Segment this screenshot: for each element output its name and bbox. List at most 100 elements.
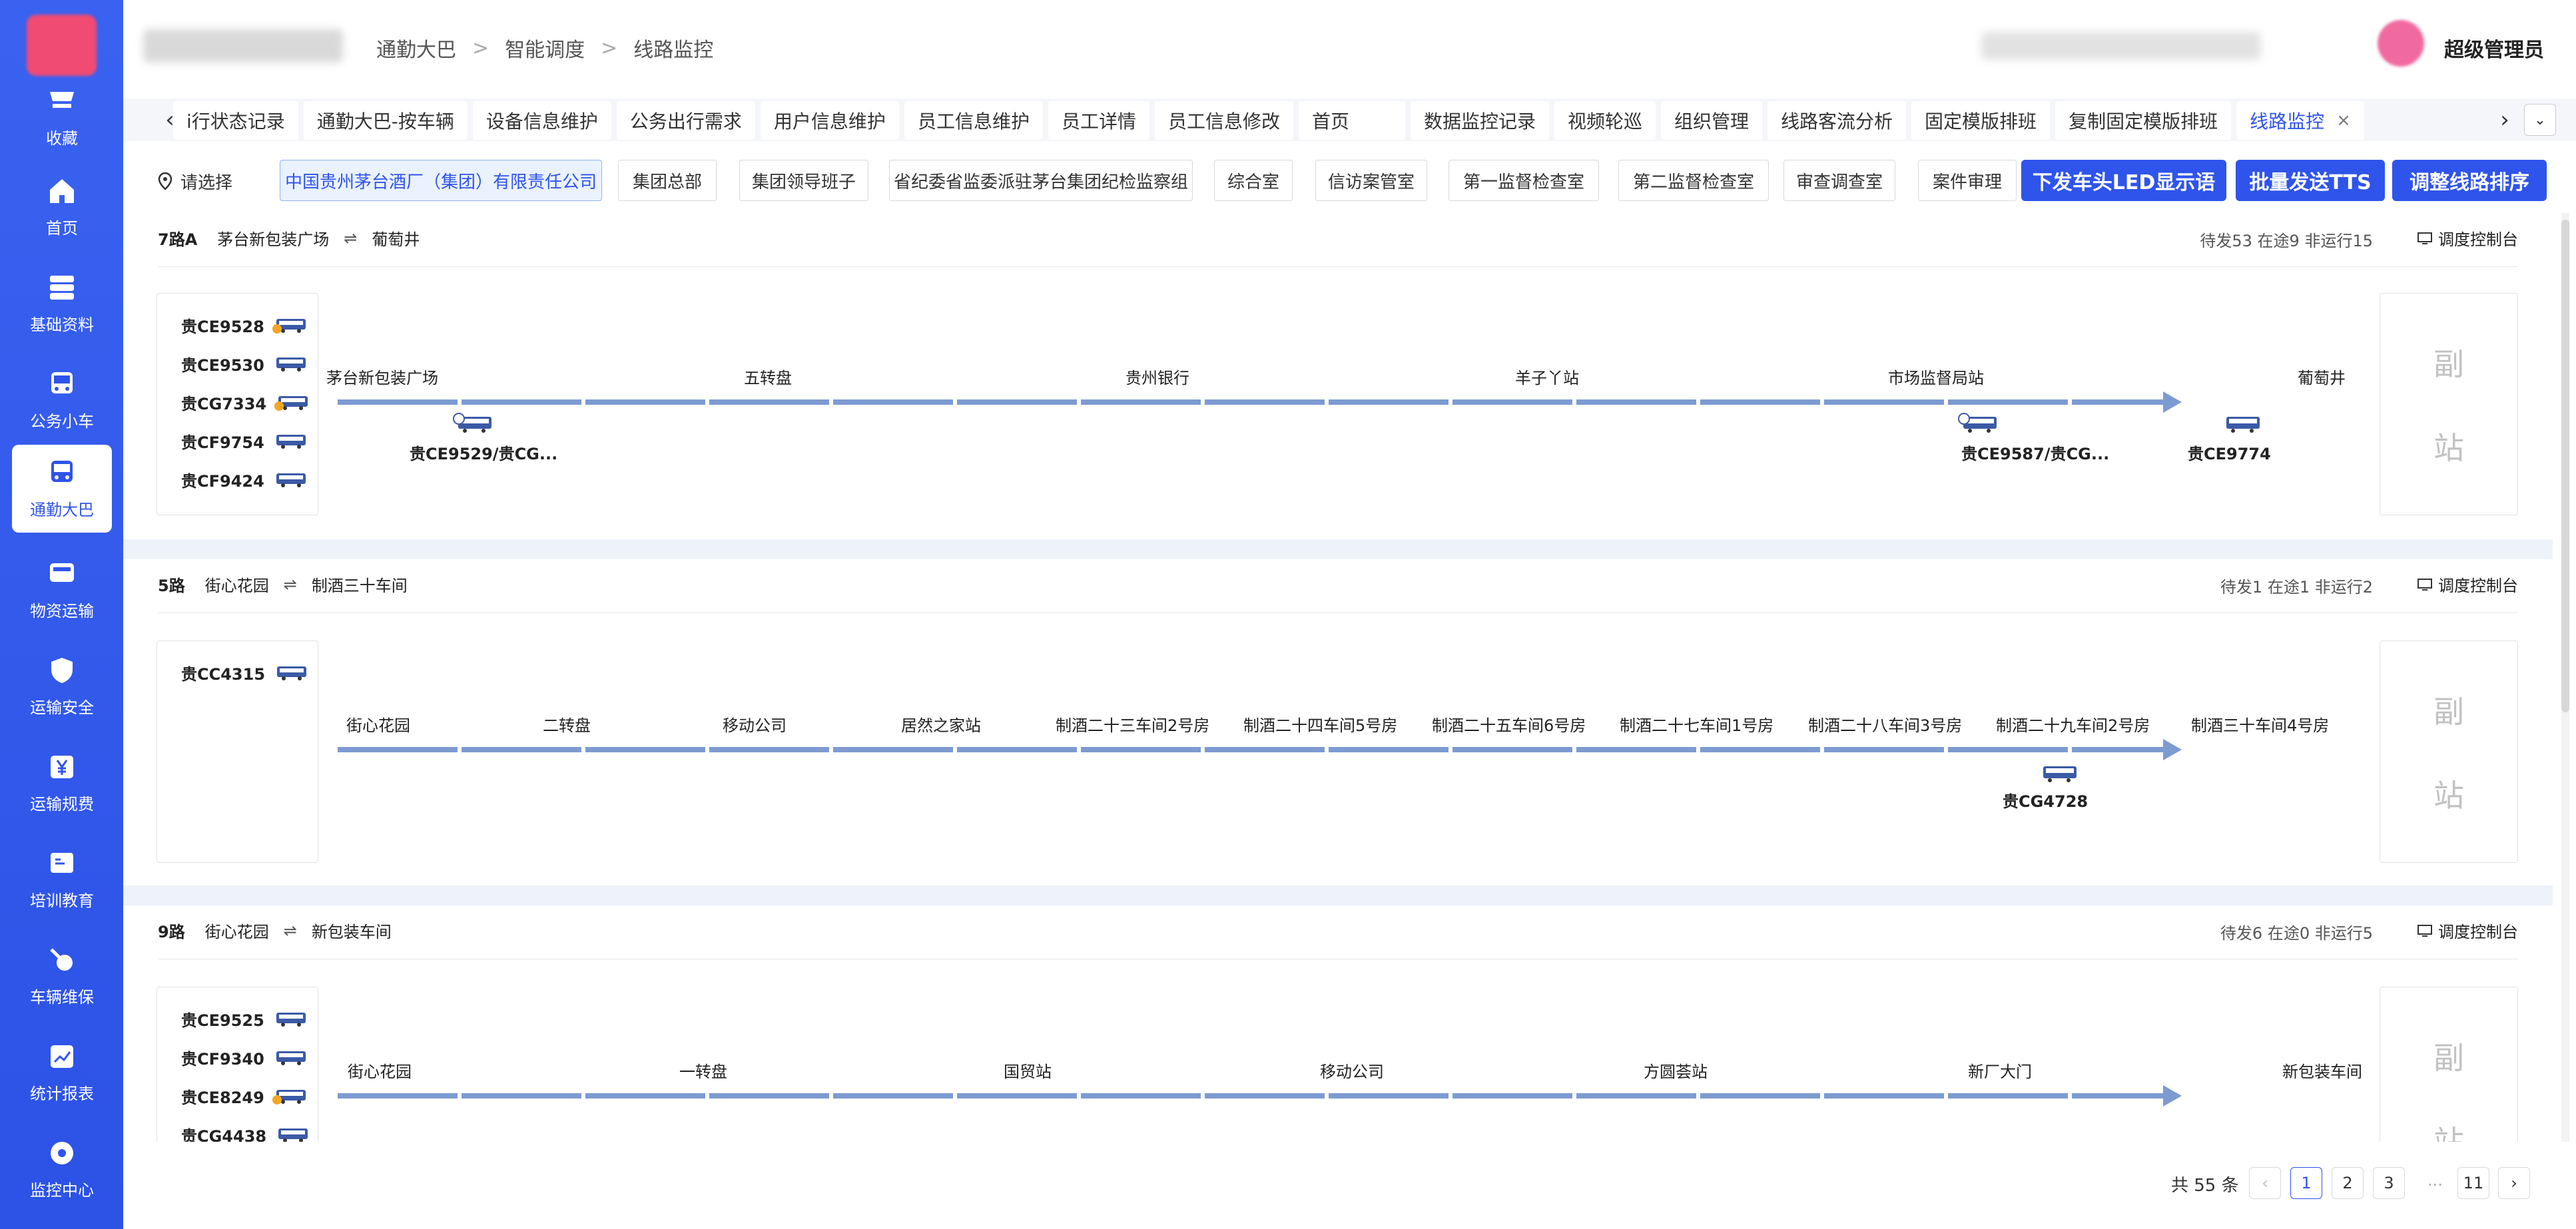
on-route-vehicle[interactable]: 贵CE9774 bbox=[2188, 441, 2271, 464]
station[interactable]: 制酒二十九车间2号房 bbox=[1996, 712, 2150, 736]
page-ellipsis[interactable]: ... bbox=[2427, 1171, 2443, 1190]
tab[interactable]: 员工信息维护 bbox=[904, 101, 1043, 140]
tab[interactable]: i行状态记录 bbox=[173, 101, 298, 140]
breadcrumb-item[interactable]: 智能调度 bbox=[505, 33, 585, 63]
station[interactable]: 制酒二十七车间1号房 bbox=[1620, 712, 1773, 736]
sub-station-box[interactable]: 副 站 bbox=[2380, 987, 2518, 1142]
org-chip[interactable]: 案件审理 bbox=[1918, 160, 2017, 201]
avatar[interactable] bbox=[2378, 20, 2424, 67]
org-chip[interactable]: 第一监督检查室 bbox=[1449, 160, 1599, 201]
dispatch-console-link[interactable]: 调度控制台 bbox=[2417, 226, 2518, 250]
sub-station-box[interactable]: 副 站 bbox=[2380, 640, 2518, 863]
on-route-vehicle[interactable]: 贵CE9587/贵CG... bbox=[1961, 441, 2109, 464]
sidebar-item-official-car[interactable]: 公务小车 bbox=[12, 356, 112, 444]
org-chip[interactable]: 集团总部 bbox=[618, 160, 717, 201]
station[interactable]: 市场监督局站 bbox=[1888, 365, 1984, 388]
vehicle-item[interactable]: 贵CG7334 bbox=[181, 391, 310, 414]
send-led-button[interactable]: 下发车头LED显示语 bbox=[2021, 160, 2226, 201]
prev-page-icon[interactable]: ‹ bbox=[2249, 1167, 2281, 1199]
station[interactable]: 国贸站 bbox=[1004, 1059, 1052, 1082]
sidebar-item-transport-fees[interactable]: 运输规费 bbox=[12, 739, 112, 827]
vehicle-item[interactable]: 贵CF9340 bbox=[181, 1046, 308, 1069]
sidebar-item-material-transport[interactable]: 物资运输 bbox=[12, 546, 112, 634]
org-chip[interactable]: 第二监督检查室 bbox=[1618, 160, 1769, 201]
org-chip[interactable]: 综合室 bbox=[1214, 160, 1293, 201]
dispatch-console-link[interactable]: 调度控制台 bbox=[2417, 919, 2518, 942]
org-chip[interactable]: 集团领导班子 bbox=[739, 160, 868, 201]
dispatch-console-link[interactable]: 调度控制台 bbox=[2417, 573, 2518, 596]
tab[interactable]: 数据监控记录 bbox=[1410, 101, 1549, 140]
station[interactable]: 制酒二十五车间6号房 bbox=[1432, 712, 1586, 736]
tabs-scroll-right-icon[interactable]: › bbox=[2488, 99, 2521, 141]
station[interactable]: 制酒二十八车间3号房 bbox=[1808, 712, 1962, 736]
station[interactable]: 新厂大门 bbox=[1968, 1059, 2032, 1082]
swap-icon[interactable]: ⇌ bbox=[284, 921, 297, 940]
vehicle-item[interactable]: 贵CE9528 bbox=[181, 314, 308, 337]
station[interactable]: 贵州银行 bbox=[1126, 365, 1189, 388]
org-chip[interactable]: 中国贵州茅台酒厂（集团）有限责任公司 bbox=[280, 160, 602, 201]
sidebar-item-statistics[interactable]: 统计报表 bbox=[12, 1029, 112, 1116]
breadcrumb-item[interactable]: 通勤大巴 bbox=[376, 33, 456, 63]
batch-tts-button[interactable]: 批量发送TTS bbox=[2236, 160, 2385, 201]
org-select[interactable]: 请选择 bbox=[157, 169, 232, 194]
scrollbar-thumb[interactable] bbox=[2561, 220, 2569, 712]
sidebar-item-transport-safety[interactable]: 运输安全 bbox=[12, 642, 112, 730]
tab-active[interactable]: 线路监控 × bbox=[2236, 101, 2364, 140]
tab[interactable]: 组织管理 bbox=[1661, 101, 1763, 140]
station[interactable]: 居然之家站 bbox=[901, 712, 981, 736]
username[interactable]: 超级管理员 bbox=[2444, 33, 2544, 63]
page-button[interactable]: 1 bbox=[2290, 1167, 2322, 1199]
tab[interactable]: 设备信息维护 bbox=[472, 101, 611, 140]
page-button[interactable]: 2 bbox=[2332, 1167, 2364, 1199]
sub-station-box[interactable]: 副 站 bbox=[2380, 293, 2518, 515]
vehicle-item[interactable]: 贵CE8249 bbox=[181, 1085, 308, 1108]
vehicle-item[interactable]: 贵CF9754 bbox=[181, 429, 308, 453]
sidebar-item-home[interactable]: 首页 bbox=[12, 163, 112, 251]
chevron-down-icon[interactable]: ⌄ bbox=[2524, 104, 2556, 136]
tab[interactable]: 员工详情 bbox=[1048, 101, 1149, 140]
sidebar-item-basic-data[interactable]: 基础资料 bbox=[12, 260, 112, 348]
station[interactable]: 移动公司 bbox=[723, 712, 787, 736]
station[interactable]: 葡萄井 bbox=[2298, 365, 2346, 388]
tab[interactable]: 视频轮巡 bbox=[1554, 101, 1656, 140]
page-button[interactable]: 3 bbox=[2373, 1167, 2405, 1199]
station[interactable]: 五转盘 bbox=[744, 365, 792, 388]
tab[interactable]: 复制固定模版排班 bbox=[2055, 101, 2232, 140]
org-chip[interactable]: 省纪委省监委派驻茅台集团纪检监察组 bbox=[889, 160, 1193, 201]
station[interactable]: 新包装车间 bbox=[2282, 1059, 2362, 1082]
station[interactable]: 制酒三十车间4号房 bbox=[2191, 712, 2329, 736]
station[interactable]: 茅台新包装广场 bbox=[326, 365, 438, 388]
sidebar-item-monitor-center[interactable]: 监控中心 bbox=[12, 1125, 112, 1213]
station[interactable]: 羊子丫站 bbox=[1515, 365, 1579, 388]
on-route-vehicle[interactable]: 贵CE9529/贵CG... bbox=[410, 441, 557, 464]
tab[interactable]: 首页 bbox=[1298, 101, 1405, 140]
tab[interactable]: 固定模版排班 bbox=[1911, 101, 2051, 140]
station[interactable]: 制酒二十四车间5号房 bbox=[1243, 712, 1397, 736]
sidebar-item-commuter-bus[interactable]: 通勤大巴 bbox=[12, 445, 112, 533]
station[interactable]: 制酒二十三车间2号房 bbox=[1056, 712, 1209, 736]
next-page-icon[interactable]: › bbox=[2498, 1167, 2530, 1199]
tab[interactable]: 通勤大巴-按车辆 bbox=[303, 101, 468, 140]
station[interactable]: 方圆荟站 bbox=[1644, 1059, 1708, 1082]
station[interactable]: 移动公司 bbox=[1320, 1059, 1384, 1082]
vehicle-item[interactable]: 贵CC4315 bbox=[181, 661, 309, 684]
station[interactable]: 街心花园 bbox=[346, 712, 410, 736]
station[interactable]: 街心花园 bbox=[348, 1059, 412, 1082]
swap-icon[interactable]: ⇌ bbox=[284, 575, 297, 594]
vehicle-item[interactable]: 贵CE9525 bbox=[181, 1007, 308, 1031]
station[interactable]: 二转盘 bbox=[543, 712, 591, 736]
tab[interactable]: 员工信息修改 bbox=[1154, 101, 1293, 140]
station[interactable]: 一转盘 bbox=[679, 1059, 727, 1082]
tab[interactable]: 用户信息维护 bbox=[760, 101, 899, 140]
vehicle-item[interactable]: 贵CG4438 bbox=[181, 1123, 310, 1142]
sidebar-item-training[interactable]: 培训教育 bbox=[12, 836, 112, 923]
page-button[interactable]: 11 bbox=[2457, 1167, 2489, 1199]
sidebar-item-favorites[interactable]: 收藏 bbox=[12, 73, 112, 161]
sidebar-item-vehicle-maintenance[interactable]: 车辆维保 bbox=[12, 932, 112, 1020]
vehicle-item[interactable]: 贵CE9530 bbox=[181, 352, 308, 375]
tab[interactable]: 线路客流分析 bbox=[1768, 101, 1907, 140]
swap-icon[interactable]: ⇌ bbox=[344, 229, 357, 248]
adjust-route-order-button[interactable]: 调整线路排序 bbox=[2392, 160, 2547, 201]
org-chip[interactable]: 审查调查室 bbox=[1783, 160, 1895, 201]
tab[interactable]: 公务出行需求 bbox=[616, 101, 755, 140]
